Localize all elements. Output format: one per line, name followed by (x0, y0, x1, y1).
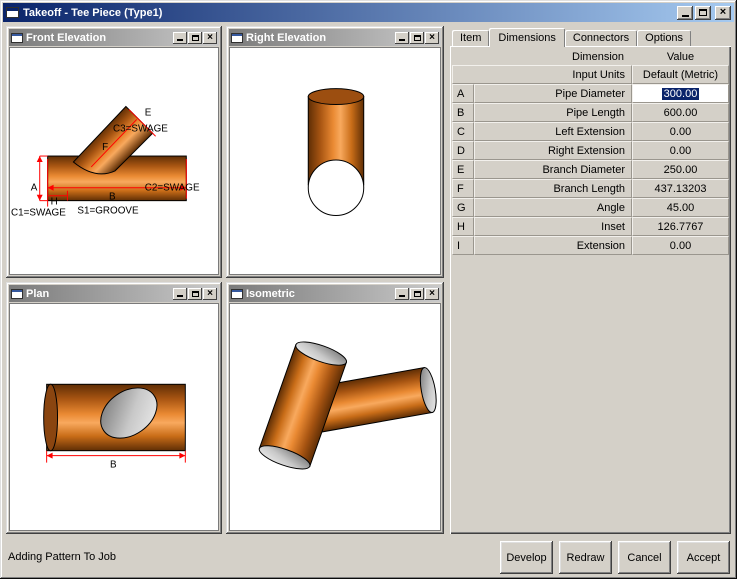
status-text: Adding Pattern To Job (8, 551, 117, 563)
develop-button[interactable]: Develop (500, 541, 553, 574)
minimize-icon[interactable] (395, 287, 409, 300)
dimension-label: Branch Length (474, 179, 632, 198)
minimize-icon[interactable] (173, 287, 187, 300)
plan-canvas[interactable]: B (9, 303, 219, 531)
dimension-key: G (452, 198, 474, 217)
window-icon (11, 288, 23, 299)
viewport-right-elevation: Right Elevation × (226, 26, 444, 278)
tab-item[interactable]: Item (452, 30, 490, 46)
dimension-label: Pipe Diameter (474, 84, 632, 103)
minimize-icon[interactable] (677, 5, 693, 20)
column-header-value: Value (666, 51, 695, 63)
maximize-icon[interactable] (188, 287, 202, 300)
dimension-key: C (452, 122, 474, 141)
dimension-key: D (452, 141, 474, 160)
viewport-plan: Plan × B (6, 282, 222, 534)
dimension-value[interactable]: 600.00 (632, 103, 729, 122)
close-icon[interactable]: × (425, 287, 439, 300)
viewport-isometric: Isometric × (226, 282, 444, 534)
maximize-icon[interactable] (410, 287, 424, 300)
maximize-icon[interactable] (410, 31, 424, 44)
dimension-value[interactable]: 437.13203 (632, 179, 729, 198)
viewport-front-title: Front Elevation (26, 31, 107, 44)
dimension-key: A (452, 84, 474, 103)
dimension-label: Inset (474, 217, 632, 236)
titlebar[interactable]: Takeoff - Tee Piece (Type1) × (3, 3, 734, 22)
dimensions-tab-panel: Dimension Value Input Units Default (Met… (450, 46, 731, 534)
app-window: Takeoff - Tee Piece (Type1) × Front Elev… (0, 0, 737, 579)
window-icon (231, 32, 243, 43)
viewport-front-titlebar[interactable]: Front Elevation × (9, 29, 219, 46)
dimensions-table: Dimension Value Input Units Default (Met… (452, 49, 729, 255)
dimension-label: Extension (474, 236, 632, 255)
input-units-label: Input Units (452, 65, 632, 84)
dimension-label: Angle (474, 198, 632, 217)
dimension-value[interactable]: 45.00 (632, 198, 729, 217)
dimension-key: F (452, 179, 474, 198)
plan-drawing: B (43, 383, 186, 471)
tab-strip: Item Dimensions Connectors Options (450, 28, 731, 47)
dim-label-f: F (102, 142, 108, 153)
column-header-dimension: Dimension (572, 51, 624, 63)
window-icon (231, 288, 243, 299)
dim-label-b: B (110, 460, 117, 471)
dimension-label: Branch Diameter (474, 160, 632, 179)
viewport-right-titlebar[interactable]: Right Elevation × (229, 29, 441, 46)
viewport-right-title: Right Elevation (246, 31, 327, 44)
minimize-icon[interactable] (173, 31, 187, 44)
viewport-front-elevation: Front Elevation × E C3=SWAGE F A H B C2=… (6, 26, 222, 278)
dimension-label: Left Extension (474, 122, 632, 141)
accept-button[interactable]: Accept (677, 541, 730, 574)
dimension-key: E (452, 160, 474, 179)
dimension-key: H (452, 217, 474, 236)
dimension-value[interactable]: 0.00 (632, 236, 729, 255)
tab-dimensions[interactable]: Dimensions (489, 28, 565, 47)
dimension-label: Pipe Length (474, 103, 632, 122)
right-elevation-canvas[interactable] (229, 47, 441, 275)
footer-buttons: Develop Redraw Cancel Accept (500, 541, 730, 574)
viewport-isometric-titlebar[interactable]: Isometric × (229, 285, 441, 302)
input-units-value[interactable]: Default (Metric) (632, 65, 729, 84)
dimension-value-input[interactable]: 300.00 (632, 84, 729, 103)
close-icon[interactable]: × (203, 287, 217, 300)
viewport-plan-titlebar[interactable]: Plan × (9, 285, 219, 302)
maximize-icon[interactable] (695, 5, 711, 20)
right-elevation-drawing (307, 88, 365, 217)
viewport-isometric-title: Isometric (246, 287, 295, 300)
tab-options[interactable]: Options (637, 30, 692, 46)
dim-label-c2: C2=SWAGE (145, 183, 200, 194)
dimension-key: I (452, 236, 474, 255)
dim-label-e: E (145, 107, 152, 118)
close-icon[interactable]: × (715, 5, 731, 20)
dim-label-h: H (51, 197, 58, 208)
tab-connectors[interactable]: Connectors (564, 30, 638, 46)
dim-label-s1: S1=GROOVE (77, 206, 139, 217)
window-title: Takeoff - Tee Piece (Type1) (23, 6, 163, 19)
properties-panel: Item Dimensions Connectors Options Dimen… (450, 28, 731, 534)
minimize-icon[interactable] (395, 31, 409, 44)
dimension-value[interactable]: 250.00 (632, 160, 729, 179)
cancel-button[interactable]: Cancel (618, 541, 671, 574)
front-elevation-drawing: E C3=SWAGE F A H B C2=SWAGE C1=SWAGE S1=… (11, 105, 200, 219)
dimension-key: B (452, 103, 474, 122)
dim-label-a: A (31, 183, 38, 194)
app-icon (6, 7, 19, 18)
viewport-plan-title: Plan (26, 287, 50, 300)
redraw-button[interactable]: Redraw (559, 541, 612, 574)
dimension-value[interactable]: 126.7767 (632, 217, 729, 236)
dim-label-c1: C1=SWAGE (11, 208, 66, 219)
dimension-label: Right Extension (474, 141, 632, 160)
front-elevation-canvas[interactable]: E C3=SWAGE F A H B C2=SWAGE C1=SWAGE S1=… (9, 47, 219, 275)
window-icon (11, 32, 23, 43)
dim-label-b: B (109, 192, 116, 203)
dim-label-c3: C3=SWAGE (113, 123, 168, 134)
maximize-icon[interactable] (188, 31, 202, 44)
isometric-canvas[interactable] (229, 303, 441, 531)
close-icon[interactable]: × (203, 31, 217, 44)
dimension-value[interactable]: 0.00 (632, 122, 729, 141)
isometric-drawing (258, 341, 437, 470)
dimension-value[interactable]: 0.00 (632, 141, 729, 160)
close-icon[interactable]: × (425, 31, 439, 44)
